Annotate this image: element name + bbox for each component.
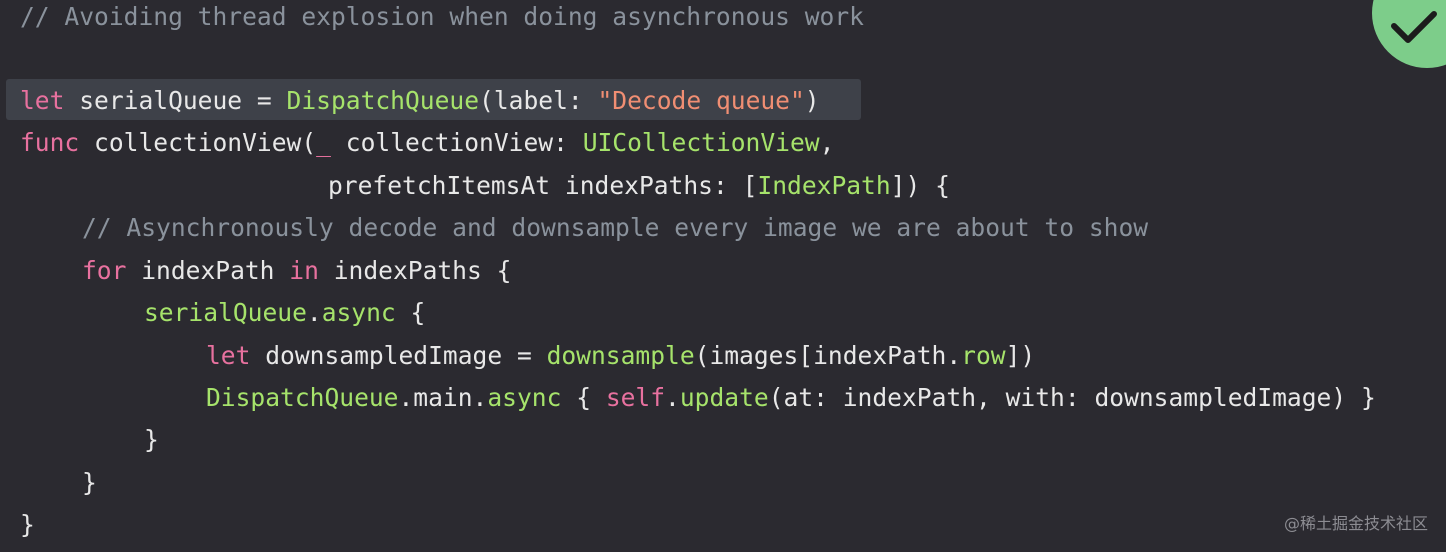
for-loop-line[interactable]: for indexPath in indexPaths { — [82, 254, 511, 288]
code-token-kw: _ — [316, 128, 331, 157]
success-badge — [1372, 0, 1446, 68]
code-token-type: row — [961, 341, 1006, 370]
code-token-plain: collectionView: — [330, 128, 583, 157]
code-token-comment: // Avoiding thread explosion when doing … — [20, 2, 864, 31]
code-token-plain: indexPath — [126, 256, 290, 285]
code-token-plain: { — [395, 298, 426, 327]
code-token-plain: { — [561, 383, 606, 412]
watermark: @稀土掘金技术社区 — [1283, 514, 1428, 533]
serial-queue-line[interactable]: let serialQueue = DispatchQueue(label: "… — [20, 84, 820, 118]
code-token-plain: indexPaths { — [318, 256, 512, 285]
code-token-plain: } — [82, 468, 97, 497]
code-token-plain: , — [819, 128, 835, 157]
code-token-plain: ]) { — [890, 171, 950, 200]
func-param-line[interactable]: prefetchItemsAt indexPaths: [IndexPath])… — [328, 169, 950, 203]
code-token-plain: (at: indexPath, with: downsampledImage) … — [768, 383, 1376, 412]
code-token-kw: in — [289, 256, 319, 285]
code-token-plain: } — [20, 510, 35, 539]
code-token-type: UICollectionView — [582, 128, 820, 157]
code-token-kw: self — [605, 383, 666, 412]
code-token-type: DispatchQueue — [286, 86, 480, 115]
code-token-kw: func — [20, 128, 80, 157]
code-token-plain: ) — [804, 86, 820, 115]
code-token-plain: prefetchItemsAt indexPaths: [ — [328, 171, 758, 200]
code-token-type: DispatchQueue — [206, 383, 399, 412]
comment-line[interactable]: // Avoiding thread explosion when doing … — [20, 0, 864, 34]
code-token-plain: serialQueue = — [64, 86, 287, 115]
code-token-kw: let — [20, 86, 65, 115]
downsample-line[interactable]: let downsampledImage = downsample(images… — [206, 339, 1035, 373]
code-token-type: update — [679, 383, 769, 412]
code-token-str: "Decode queue" — [597, 86, 805, 115]
code-token-plain: collectionView( — [79, 128, 317, 157]
close-brace-line[interactable]: } — [82, 466, 97, 500]
code-token-plain: .main. — [398, 383, 488, 412]
code-token-type: async — [321, 298, 396, 327]
code-token-type: downsample — [546, 341, 695, 370]
code-token-kw: for — [82, 256, 127, 285]
code-token-plain: (label: — [479, 86, 598, 115]
code-token-plain: ]) — [1005, 341, 1036, 370]
code-token-plain: downsampledImage = — [250, 341, 547, 370]
code-token-plain: (images[indexPath. — [694, 341, 962, 370]
async-line[interactable]: serialQueue.async { — [144, 296, 425, 330]
close-brace-line[interactable]: } — [144, 423, 159, 457]
close-brace-line[interactable]: } — [20, 508, 35, 542]
code-token-type: serialQueue — [144, 298, 307, 327]
code-token-type: async — [487, 383, 562, 412]
code-token-plain: . — [665, 383, 680, 412]
code-token-plain: } — [144, 425, 159, 454]
func-decl-line[interactable]: func collectionView(_ collectionView: UI… — [20, 126, 834, 160]
code-token-type: IndexPath — [757, 171, 891, 200]
code-token-comment: // Asynchronously decode and downsample … — [82, 213, 1149, 242]
checkmark-icon — [1391, 11, 1437, 43]
comment-line-2[interactable]: // Asynchronously decode and downsample … — [82, 211, 1148, 245]
code-token-kw: let — [206, 341, 251, 370]
code-token-plain: . — [306, 298, 322, 327]
main-async-line[interactable]: DispatchQueue.main.async { self.update(a… — [206, 381, 1376, 415]
